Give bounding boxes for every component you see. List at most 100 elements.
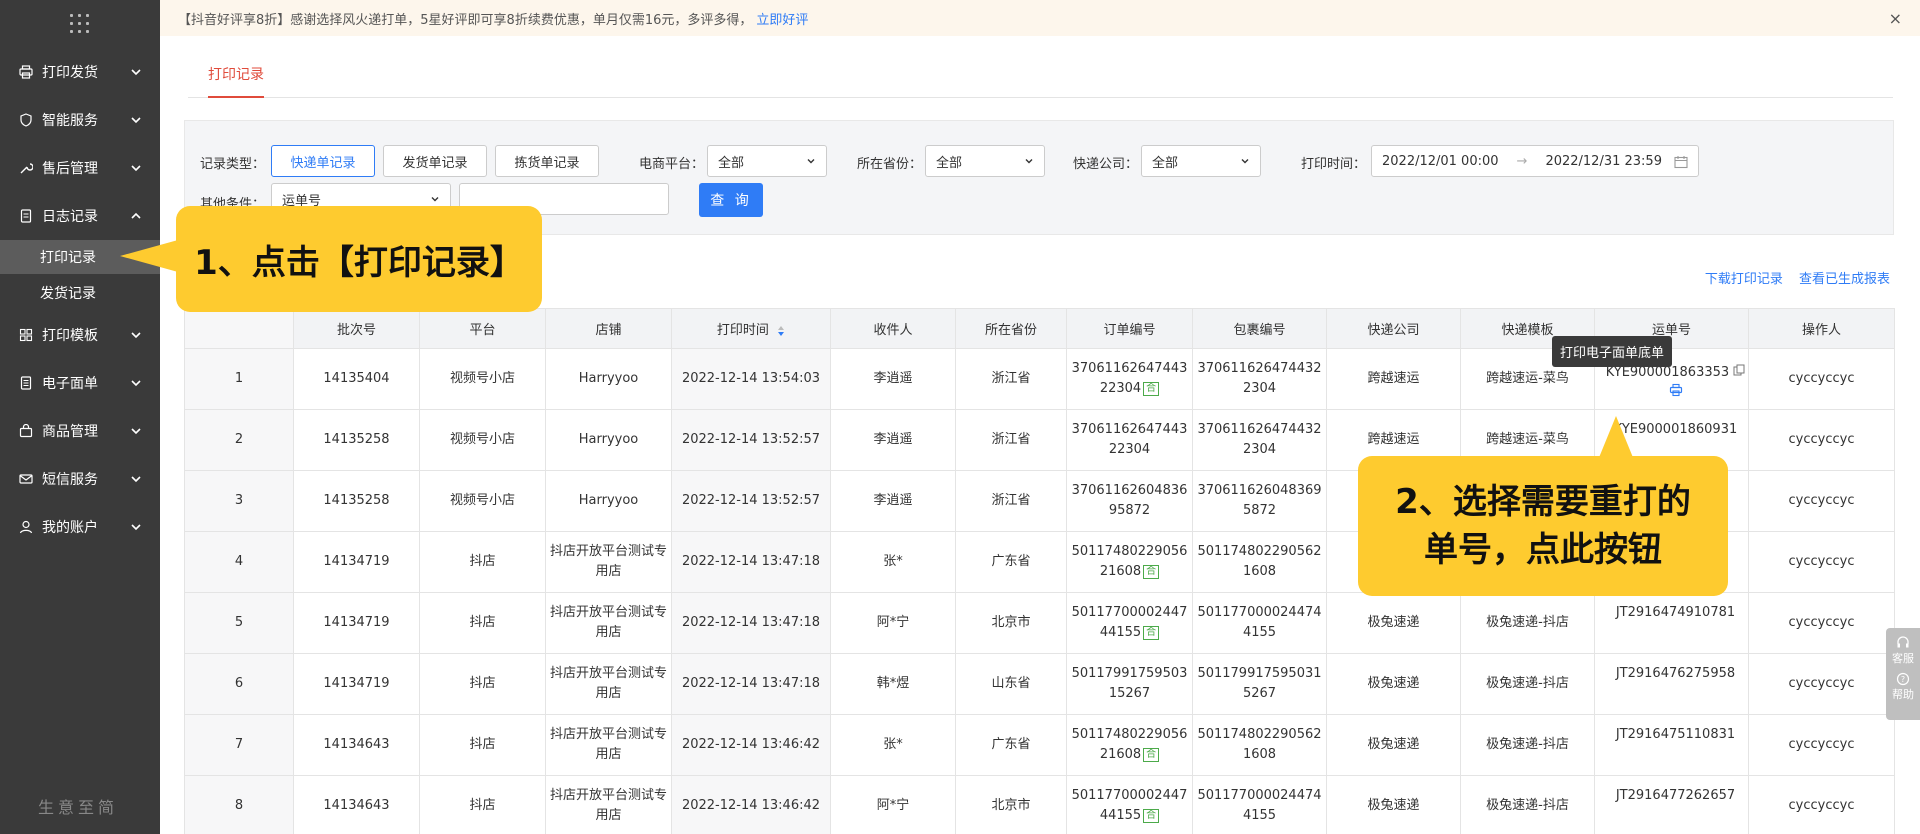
- express-select-value: 全部: [1152, 155, 1179, 171]
- customer-service-button[interactable]: 客服: [1892, 650, 1914, 666]
- table-cell: 14135258: [293, 409, 420, 471]
- close-icon[interactable]: ×: [1889, 9, 1902, 28]
- table-cell: cyccyccyc: [1748, 775, 1895, 834]
- order-no-line1: 37061162647443: [1071, 361, 1188, 376]
- table-header-print-time[interactable]: 打印时间: [671, 308, 831, 349]
- print-waybill-copy-icon[interactable]: [1669, 383, 1683, 397]
- query-button[interactable]: 查 询: [699, 183, 763, 217]
- table-cell: 抖店: [419, 653, 546, 715]
- table-row[interactable]: 8 14134643 抖店 抖店开放平台测试专用店 2022-12-14 13:46:4…: [184, 775, 1895, 834]
- cell-text: 7: [234, 737, 244, 752]
- table-cell: 李逍遥: [830, 470, 956, 532]
- table-header: 快递公司: [1326, 308, 1461, 349]
- cell-text: 14134643: [323, 737, 390, 752]
- table-cell: 14134719: [293, 592, 420, 654]
- sidebar-item-print-templates[interactable]: 打印模板: [0, 315, 160, 355]
- table-row[interactable]: 6 14134719 抖店 抖店开放平台测试专用店 2022-12-14 13:47:1…: [184, 653, 1895, 715]
- table-cell: 2022-12-14 13:46:42: [671, 714, 831, 776]
- banner-review-link[interactable]: 立即好评: [756, 9, 808, 28]
- table-row[interactable]: 5 14134719 抖店 抖店开放平台测试专用店 2022-12-14 13:47:1…: [184, 592, 1895, 654]
- table-cell-package: 501179917595031 5267: [1192, 653, 1327, 715]
- help-button[interactable]: 帮助: [1892, 686, 1914, 702]
- cell-text: Harryyoo: [578, 371, 639, 386]
- cell-text: 5: [234, 615, 244, 630]
- record-type-label: 记录类型：: [200, 157, 266, 172]
- waybill-no[interactable]: JT2916477262657: [1616, 788, 1735, 803]
- app-grid-icon[interactable]: [70, 14, 90, 34]
- sort-icon[interactable]: [777, 325, 785, 337]
- table-cell: 4: [184, 531, 294, 593]
- table-cell-package: 501177000024474 4155: [1192, 775, 1327, 834]
- bag-icon: [18, 423, 34, 439]
- province-select[interactable]: 全部: [925, 145, 1045, 177]
- table-cell: 14135258: [293, 470, 420, 532]
- table-cell: 极兔速递-抖店: [1460, 714, 1595, 776]
- table-cell: 视频号小店: [419, 348, 546, 410]
- cell-text: 14134719: [323, 554, 390, 569]
- table-cell: 极兔速递-抖店: [1460, 592, 1595, 654]
- cell-text: cyccyccyc: [1788, 432, 1855, 447]
- chevron-down-icon: [131, 117, 141, 124]
- table-cell-order: 50117700002447 44155 合: [1066, 592, 1193, 654]
- table-cell: 2022-12-14 13:47:18: [671, 653, 831, 715]
- table-header: 批次号: [293, 308, 420, 349]
- print-time-label: 打印时间：: [1301, 157, 1367, 172]
- record-type-ship-button[interactable]: 发货单记录: [383, 145, 487, 177]
- table-cell: Harryyoo: [545, 470, 672, 532]
- order-no-line1: 50117991759503: [1071, 666, 1188, 681]
- chevron-down-icon: [131, 69, 141, 76]
- table-cell: 抖店开放平台测试专用店: [545, 653, 672, 715]
- package-no-line1: 501179917595031: [1197, 666, 1322, 681]
- waybill-no[interactable]: JT2916474910781: [1616, 605, 1735, 620]
- cell-text: 8: [234, 798, 244, 813]
- chevron-down-icon: [131, 428, 141, 435]
- download-records-link[interactable]: 下载打印记录: [1705, 272, 1783, 287]
- cell-text: 抖店开放平台测试专用店: [549, 788, 667, 823]
- print-time-end: 2022/12/31 23:59: [1545, 153, 1662, 169]
- tab-print-records[interactable]: 打印记录: [208, 64, 264, 98]
- cell-text: 2: [234, 432, 244, 447]
- table-row[interactable]: 7 14134643 抖店 抖店开放平台测试专用店 2022-12-14 13:46:4…: [184, 714, 1895, 776]
- waybill-no[interactable]: JT2916475110831: [1616, 727, 1735, 742]
- order-no-line1: 50117700002447: [1071, 605, 1188, 620]
- platform-select[interactable]: 全部: [707, 145, 827, 177]
- order-no-line2: 44155: [1099, 625, 1142, 640]
- sidebar-item-smart-service[interactable]: 智能服务: [0, 100, 160, 140]
- sidebar-item-logs[interactable]: 日志记录: [0, 196, 160, 236]
- copy-icon[interactable]: [1733, 364, 1745, 376]
- record-type-pick-button[interactable]: 拣货单记录: [495, 145, 599, 177]
- record-type-express-button[interactable]: 快递单记录: [271, 145, 375, 177]
- sidebar-item-label: 我的账户: [42, 520, 98, 536]
- cell-text: 韩*煜: [876, 676, 910, 691]
- waybill-no[interactable]: JT2916476275958: [1616, 666, 1735, 681]
- user-icon: [18, 519, 34, 535]
- sidebar-item-waybill[interactable]: 电子面单: [0, 363, 160, 403]
- grid-icon: [18, 327, 34, 343]
- view-reports-link[interactable]: 查看已生成报表: [1799, 272, 1890, 287]
- cell-text: 4: [234, 554, 244, 569]
- promo-banner: 【抖音好评享8折】感谢选择风火递打单，5星好评即可享8折续费优惠，单月仅需16元…: [160, 0, 1920, 36]
- cell-text: 阿*宁: [876, 798, 910, 813]
- sidebar-item-print-ship[interactable]: 打印发货: [0, 52, 160, 92]
- sidebar-item-sms[interactable]: 短信服务: [0, 459, 160, 499]
- sidebar-subitem-ship-records[interactable]: 发货记录: [0, 276, 160, 310]
- mail-icon: [18, 471, 34, 487]
- cell-text: 2022-12-14 13:46:42: [681, 798, 821, 813]
- table-cell-waybill: JT2916474910781: [1594, 592, 1749, 654]
- table-cell: 抖店开放平台测试专用店: [545, 775, 672, 834]
- express-select[interactable]: 全部: [1141, 145, 1261, 177]
- table-cell: 跨越速运: [1326, 348, 1461, 410]
- cell-text: 抖店: [469, 737, 496, 752]
- package-no-line1: 501177000024474: [1197, 605, 1322, 620]
- sidebar-item-after-sale[interactable]: 售后管理: [0, 148, 160, 188]
- table-cell: 极兔速递-抖店: [1460, 775, 1595, 834]
- merged-order-badge: 合: [1143, 564, 1160, 579]
- table-cell: 抖店: [419, 592, 546, 654]
- chevron-down-icon: [131, 165, 141, 172]
- sidebar-item-account[interactable]: 我的账户: [0, 507, 160, 547]
- order-no-line1: 50117700002447: [1071, 788, 1188, 803]
- table-cell: 浙江省: [955, 470, 1067, 532]
- table-header: 包裹编号: [1192, 308, 1327, 349]
- sidebar-item-products[interactable]: 商品管理: [0, 411, 160, 451]
- print-time-range-picker[interactable]: 2022/12/01 00:00 → 2022/12/31 23:59: [1371, 145, 1699, 177]
